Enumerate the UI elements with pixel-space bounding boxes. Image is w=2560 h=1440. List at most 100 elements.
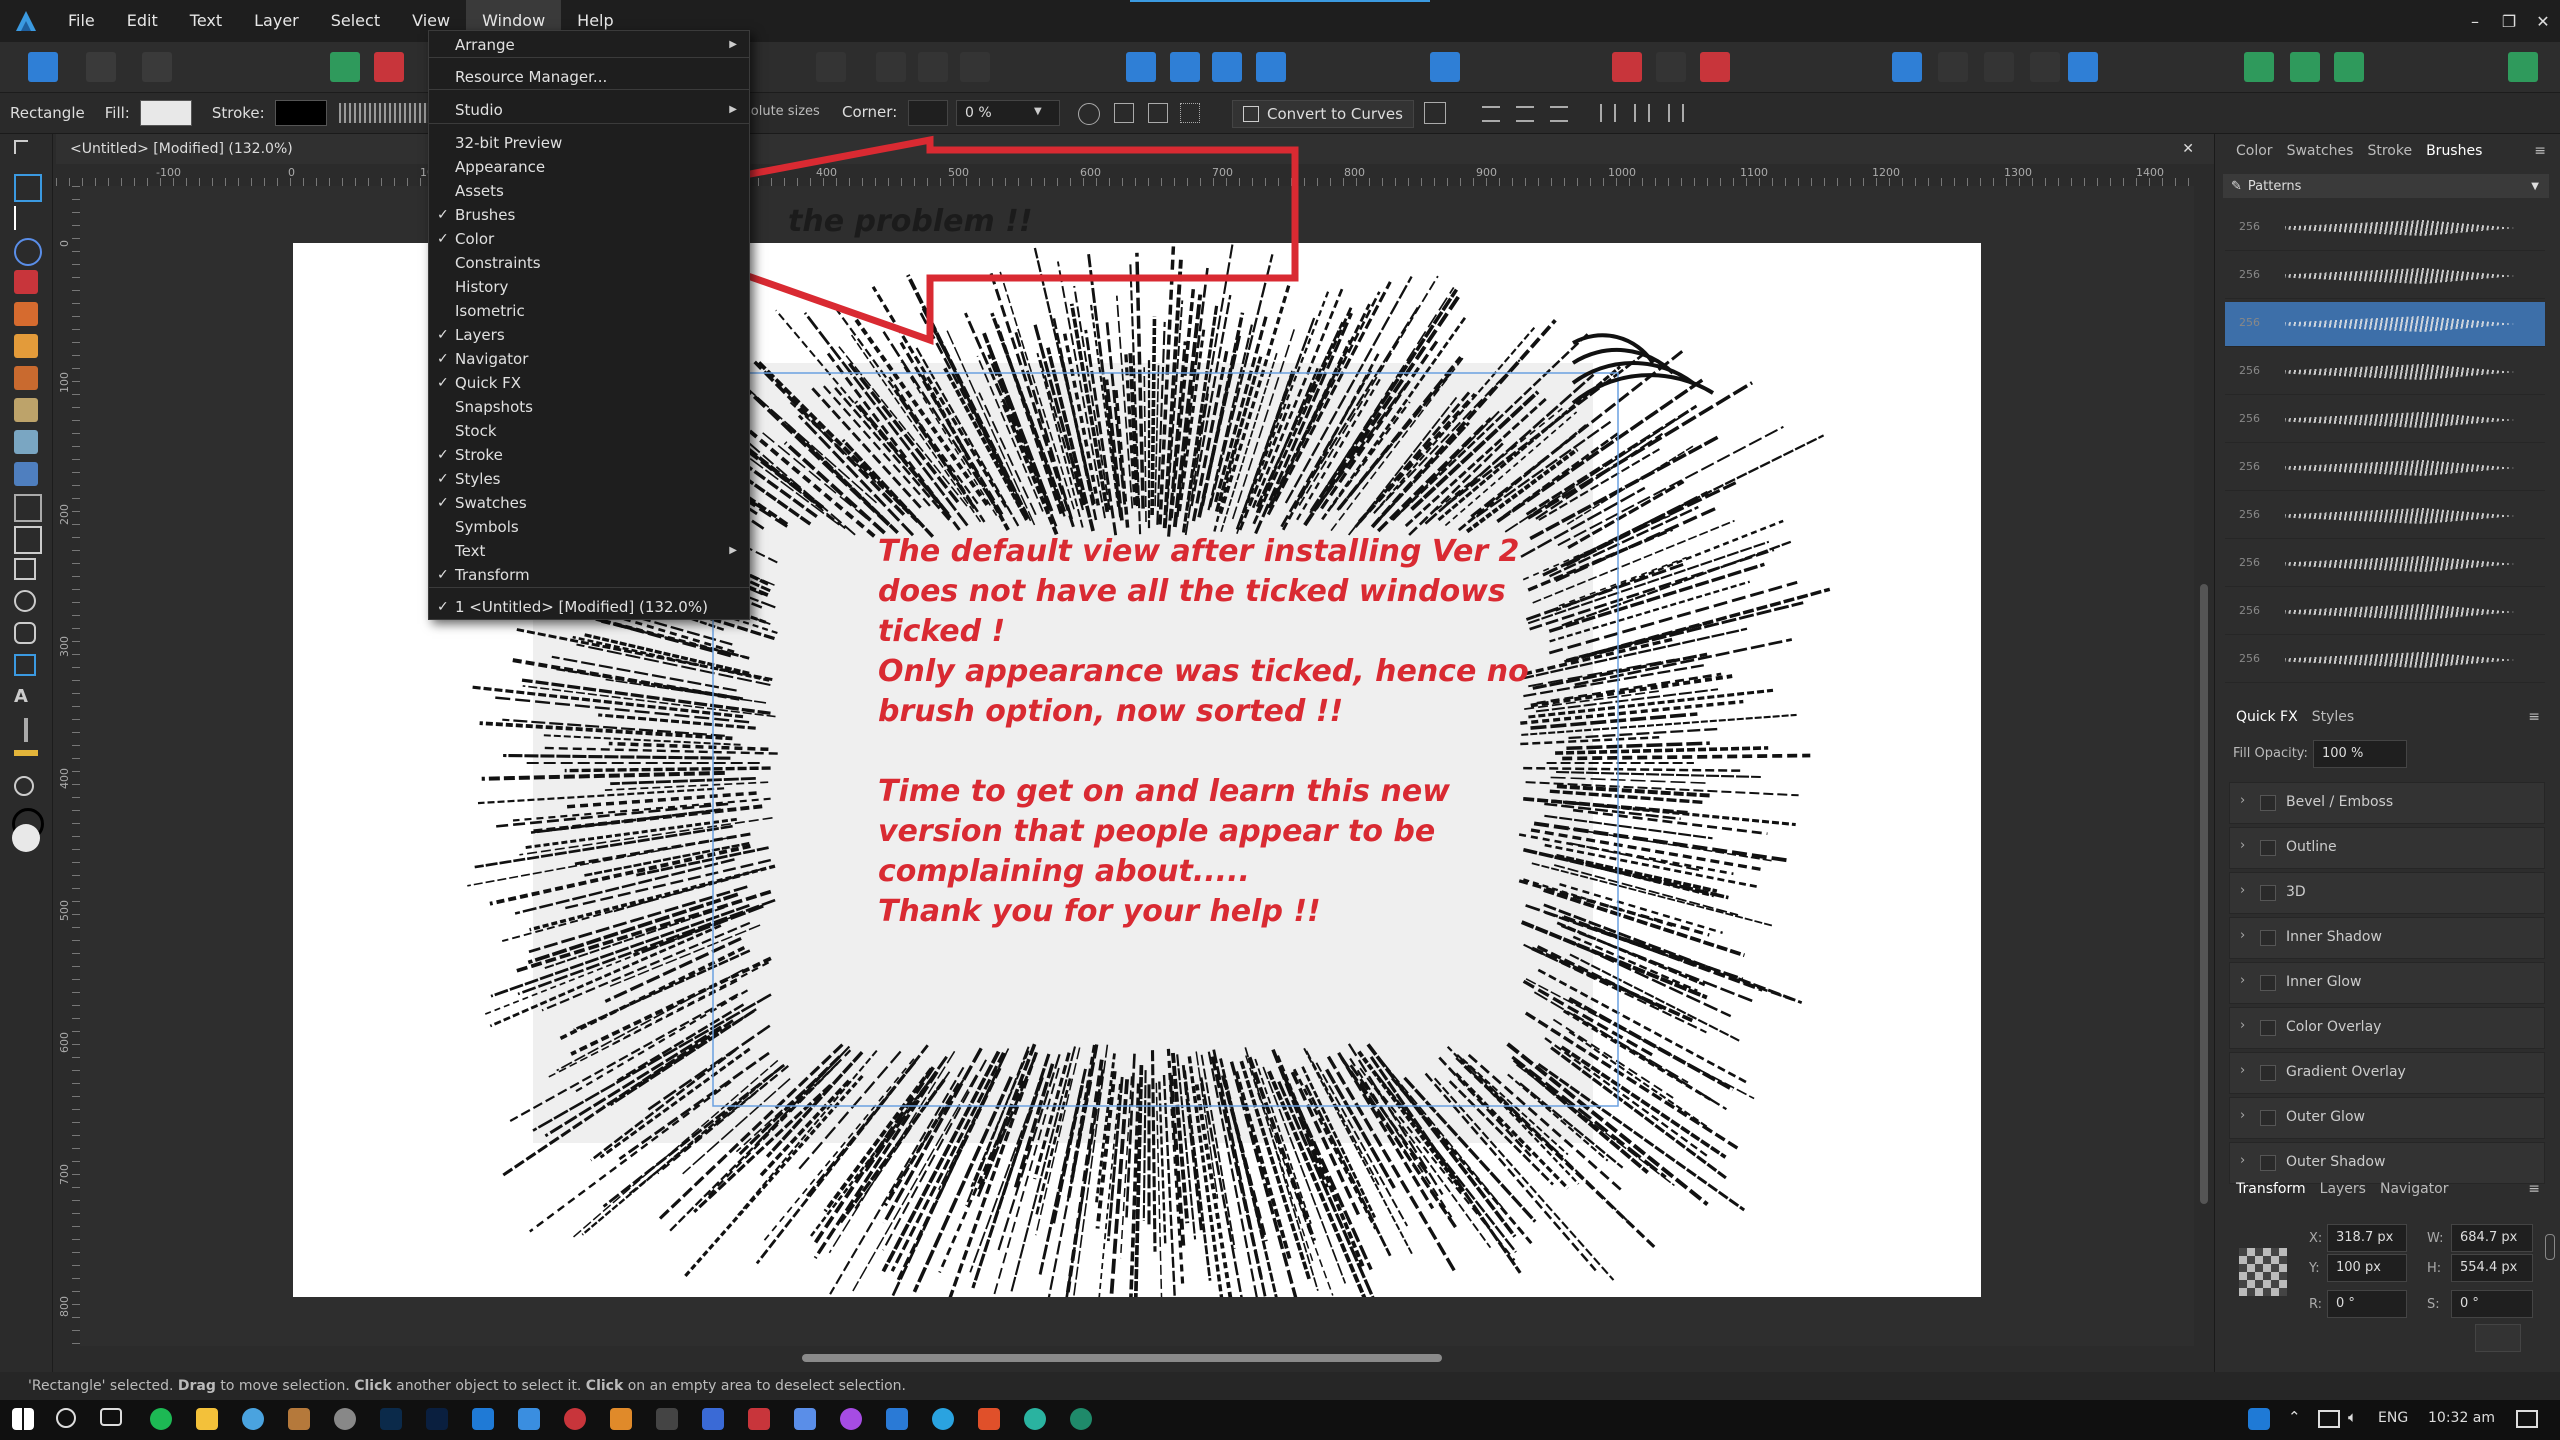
transform-3-icon[interactable] [918,52,948,82]
telegram-icon[interactable] [932,1408,954,1430]
photoshop-icon[interactable] [426,1408,448,1430]
boolean-xor-icon[interactable] [2030,52,2060,82]
window-menu-item-stroke[interactable]: ✓ Stroke [429,443,749,467]
app-3-icon[interactable] [242,1408,264,1430]
point-transform-icon[interactable] [14,238,42,266]
color-picker-icon[interactable] [24,718,28,742]
boolean-add-icon[interactable] [1892,52,1922,82]
window-menu-item-32-bit-preview[interactable]: 32-bit Preview [429,131,749,155]
align-left-icon[interactable] [1482,106,1500,122]
app-12-icon[interactable] [702,1408,724,1430]
horizontal-scrollbar[interactable] [56,1346,2194,1370]
keyboard-language[interactable]: ENG [2378,1410,2408,1426]
boolean-divide-icon[interactable] [2068,52,2098,82]
lock-aspect-icon[interactable] [2545,1234,2555,1260]
chevron-right-icon[interactable]: › [2240,838,2245,853]
transform-panel-menu-icon[interactable]: ≡ [2521,1181,2547,1197]
crop-tool-icon[interactable] [14,494,42,522]
fx-item-inner-shadow[interactable]: › Inner Shadow [2229,917,2545,959]
app-10-icon[interactable] [610,1408,632,1430]
app-14-icon[interactable] [794,1408,816,1430]
tab-navigator[interactable]: Navigator [2373,1181,2456,1197]
fx-item-gradient-overlay[interactable]: › Gradient Overlay [2229,1052,2545,1094]
brush-preset[interactable]: 256 [2225,542,2545,587]
align-bottom-icon[interactable] [1668,104,1684,122]
paint-brush-icon[interactable] [14,398,38,422]
window-menu-item-isometric[interactable]: Isometric [429,299,749,323]
brush-preset[interactable]: 256 [2225,398,2545,443]
notifications-icon[interactable] [2516,1410,2538,1428]
zoom-tool-icon[interactable] [14,776,34,796]
tab-transform[interactable]: Transform [2229,1181,2313,1197]
window-menu-item-transform[interactable]: ✓ Transform [429,563,749,587]
place-image-icon[interactable] [14,526,42,554]
rectangle-tool-icon[interactable] [14,558,36,580]
app-4-icon[interactable] [288,1408,310,1430]
chevron-right-icon[interactable]: › [2240,883,2245,898]
app-5-icon[interactable] [334,1408,356,1430]
tab-brushes[interactable]: Brushes [2419,143,2489,159]
transform-2-icon[interactable] [876,52,906,82]
assistant-icon[interactable] [2244,52,2274,82]
shear-field[interactable]: 0 ° [2451,1290,2533,1318]
brush-preset[interactable]: 256 [2225,494,2545,539]
window-menu-item-resource-manager[interactable]: Resource Manager... [429,65,749,89]
fill-swatch[interactable] [139,100,192,126]
vertical-scroll-thumb[interactable] [2200,584,2208,1204]
brush-preset[interactable]: 256 [2225,254,2545,299]
window-menu-item-arrange[interactable]: Arrange ▶ [429,33,749,57]
app-logo-icon[interactable] [0,0,52,42]
ellipse-tool-icon[interactable] [14,590,36,612]
anchor-selector[interactable] [2239,1248,2287,1296]
tab-stroke[interactable]: Stroke [2360,143,2419,159]
flip-vertical-icon[interactable] [1170,52,1200,82]
affinity-photo-task-icon[interactable] [518,1408,540,1430]
w-field[interactable]: 684.7 px [2451,1224,2533,1252]
spotify-icon[interactable] [150,1408,172,1430]
vector-brush-icon[interactable] [14,366,38,390]
vertical-ruler[interactable]: 0 100 200 300 400 500 600 700 800 [56,186,81,1346]
tab-swatches[interactable]: Swatches [2280,143,2361,159]
menu-layer[interactable]: Layer [238,0,315,42]
window-menu-item-color[interactable]: ✓ Color [429,227,749,251]
chevron-right-icon[interactable]: › [2240,973,2245,988]
network-icon[interactable] [2318,1410,2340,1428]
rotation-field[interactable]: 0 ° [2327,1290,2407,1318]
snap-grid-icon[interactable] [1612,52,1642,82]
chevron-right-icon[interactable]: › [2240,1063,2245,1078]
move-tool-icon[interactable] [14,140,28,154]
fill-color-well[interactable] [12,824,40,852]
window-menu-item-swatches[interactable]: ✓ Swatches [429,491,749,515]
window-menu-item-1-untitled-modified-132-0[interactable]: ✓ 1 <Untitled> [Modified] (132.0%) [429,595,749,619]
tab-styles[interactable]: Styles [2305,709,2361,725]
lightroom-icon[interactable] [380,1408,402,1430]
search-icon[interactable] [56,1408,76,1428]
antivirus-icon[interactable] [564,1408,586,1430]
align-right-icon[interactable] [1550,106,1568,122]
transform-4-icon[interactable] [960,52,990,82]
stroke-swatch[interactable] [274,100,327,126]
chevron-right-icon[interactable]: › [2240,928,2245,943]
snapping-icon[interactable] [374,52,404,82]
node-tool-icon[interactable] [14,206,26,230]
edge-icon[interactable] [1024,1408,1046,1430]
align-top-icon[interactable] [1600,104,1616,122]
brush-preset[interactable]: 256 [2225,302,2545,347]
fx-item-outer-glow[interactable]: › Outer Glow [2229,1097,2545,1139]
fx-checkbox[interactable] [2260,795,2276,811]
restore-button[interactable]: ❐ [2492,12,2526,31]
window-menu-item-stock[interactable]: Stock [429,419,749,443]
window-menu-item-history[interactable]: History [429,275,749,299]
text-frame-tool-icon[interactable] [14,654,36,676]
h-field[interactable]: 554.4 px [2451,1254,2533,1282]
tray-app-icon[interactable] [2248,1408,2270,1430]
tray-chevron-icon[interactable]: ⌃ [2288,1408,2301,1426]
fx-item-inner-glow[interactable]: › Inner Glow [2229,962,2545,1004]
menu-select[interactable]: Select [315,0,396,42]
tab-layers[interactable]: Layers [2313,1181,2373,1197]
bounding-icon[interactable] [1424,102,1446,124]
brush-preset[interactable]: 256 [2225,206,2545,251]
arrange-back-icon[interactable] [1212,52,1242,82]
pixel-persona-icon[interactable] [86,52,116,82]
align-middle-icon[interactable] [1634,104,1650,122]
